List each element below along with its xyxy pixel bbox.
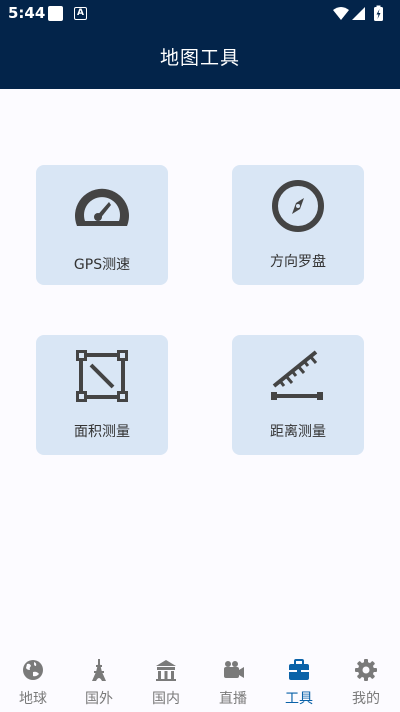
compass-icon — [232, 175, 364, 237]
area-measure-label: 面积测量 — [74, 424, 130, 440]
status-bar: 5:44 A — [0, 0, 400, 28]
nav-item-abroad[interactable]: 国外 — [66, 650, 132, 712]
compass-label: 方向罗盘 — [270, 254, 326, 270]
app-header: 地图工具 — [0, 28, 400, 89]
nav-item-earth[interactable]: 地球 — [0, 650, 66, 712]
distance-measure-tile[interactable]: 距离测量 — [232, 335, 364, 455]
pavilion-icon — [156, 660, 176, 681]
gps-speed-tile[interactable]: GPS测速 — [36, 165, 168, 285]
speedometer-icon — [36, 175, 168, 237]
video-camera-icon — [224, 661, 244, 678]
globe-icon — [23, 660, 43, 680]
ruler-icon — [232, 345, 364, 407]
status-right-icons — [332, 5, 392, 27]
status-time: 5:44 — [8, 4, 46, 22]
distance-measure-label: 距离测量 — [270, 424, 326, 440]
signal-icon — [352, 7, 365, 20]
nav-label-earth: 地球 — [19, 691, 47, 707]
area-measure-tile[interactable]: 面积测量 — [36, 335, 168, 455]
nav-item-live[interactable]: 直播 — [200, 650, 266, 712]
nav-label-live: 直播 — [219, 691, 247, 707]
compass-tile[interactable]: 方向罗盘 — [232, 165, 364, 285]
gear-icon — [355, 659, 377, 681]
bottom-nav: 地球 国外 国内 直播 工具 我的 — [0, 650, 400, 712]
toolbox-icon — [289, 659, 309, 680]
nav-label-domestic: 国内 — [152, 691, 180, 707]
nav-item-mine[interactable]: 我的 — [333, 650, 399, 712]
nav-item-tools[interactable]: 工具 — [266, 650, 332, 712]
nav-label-tools: 工具 — [285, 691, 313, 707]
nav-item-domestic[interactable]: 国内 — [133, 650, 199, 712]
wifi-icon — [333, 7, 349, 20]
area-measure-icon — [36, 345, 168, 407]
notification-a-icon: A — [74, 7, 87, 20]
nav-label-mine: 我的 — [352, 691, 380, 707]
page-title: 地图工具 — [159, 47, 240, 69]
gps-speed-label: GPS测速 — [73, 257, 131, 273]
nav-label-abroad: 国外 — [85, 691, 113, 707]
battery-icon — [374, 5, 383, 21]
notification-square-icon — [48, 6, 63, 21]
eiffel-tower-icon — [92, 659, 106, 681]
